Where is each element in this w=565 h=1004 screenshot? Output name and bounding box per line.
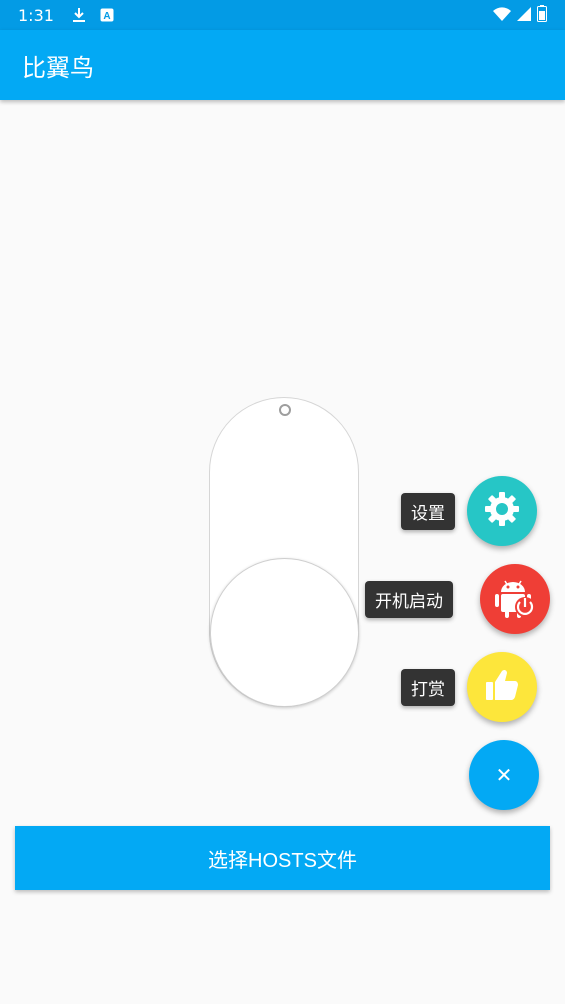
svg-text:A: A bbox=[103, 11, 110, 22]
fab-label-donate[interactable]: 打赏 bbox=[401, 668, 455, 706]
hosts-toggle-switch[interactable] bbox=[209, 397, 359, 707]
fab-item-settings[interactable]: 设置 bbox=[401, 476, 537, 546]
settings-fab[interactable] bbox=[467, 476, 537, 546]
download-icon bbox=[72, 7, 86, 23]
status-time: 1:31 bbox=[18, 5, 54, 25]
status-bar: 1:31 A bbox=[0, 0, 565, 30]
fab-label-settings[interactable]: 设置 bbox=[401, 492, 455, 530]
fab-close-button[interactable]: ✕ bbox=[469, 740, 539, 810]
close-icon: ✕ bbox=[495, 763, 513, 787]
switch-thumb[interactable] bbox=[210, 558, 359, 707]
boot-start-fab[interactable] bbox=[480, 564, 550, 634]
battery-icon bbox=[537, 4, 547, 26]
select-hosts-file-button[interactable]: 选择HOSTS文件 bbox=[15, 826, 550, 890]
android-power-icon bbox=[492, 574, 538, 624]
signal-icon bbox=[517, 6, 531, 25]
fab-item-donate[interactable]: 打赏 bbox=[401, 652, 537, 722]
a-icon: A bbox=[100, 8, 114, 22]
switch-indicator-dot bbox=[279, 404, 291, 416]
app-bar: 比翼鸟 bbox=[0, 30, 565, 100]
thumbs-up-icon bbox=[483, 666, 521, 708]
fab-label-boot-start[interactable]: 开机启动 bbox=[365, 580, 453, 618]
fab-item-boot-start[interactable]: 开机启动 bbox=[365, 564, 550, 634]
wifi-icon bbox=[493, 6, 511, 25]
app-title: 比翼鸟 bbox=[22, 53, 94, 82]
gear-icon bbox=[482, 489, 522, 533]
donate-fab[interactable] bbox=[467, 652, 537, 722]
